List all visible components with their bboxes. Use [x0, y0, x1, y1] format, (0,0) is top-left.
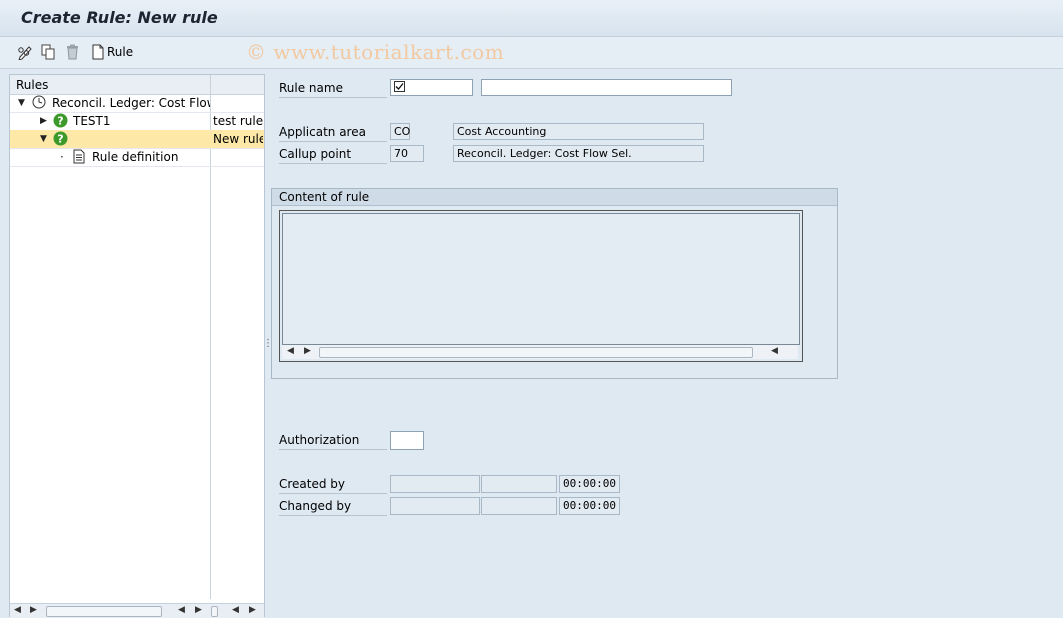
tree-node-new-rule[interactable]: ▼ ? New rule — [10, 130, 264, 149]
svg-text:?: ? — [57, 115, 63, 128]
svg-text:?: ? — [57, 133, 63, 146]
expand-triangle-icon[interactable]: ▼ — [18, 98, 25, 108]
document-icon — [92, 44, 104, 60]
rule-name-input[interactable] — [390, 79, 473, 96]
changed-by-user — [390, 497, 480, 515]
content-of-rule-header: Content of rule — [272, 189, 837, 206]
window-title: Create Rule: New rule — [21, 8, 218, 27]
authorization-input[interactable] — [390, 431, 424, 450]
tree-node-label: Reconcil. Ledger: Cost Flow S — [52, 96, 210, 110]
tree-node-label: Rule definition — [92, 150, 179, 164]
create-rule-button[interactable]: Rule — [92, 43, 133, 61]
scrollbar-thumb[interactable] — [46, 606, 162, 617]
document-icon — [73, 149, 85, 167]
created-by-user — [390, 475, 480, 493]
scroll-right-icon[interactable]: ▶ — [195, 605, 202, 615]
expand-triangle-icon[interactable]: ▼ — [40, 134, 47, 144]
scroll-left-icon[interactable]: ◀ — [771, 346, 778, 356]
watermark: © www.tutorialkart.com — [246, 40, 505, 64]
display-change-button[interactable] — [17, 43, 34, 61]
column-divider[interactable] — [210, 75, 211, 94]
collapsed-triangle-icon[interactable]: ▶ — [40, 116, 47, 126]
scroll-right-icon[interactable]: ▶ — [249, 605, 256, 615]
rule-description-input[interactable] — [481, 79, 732, 96]
editor-horizontal-scrollbar[interactable]: ◀ ▶ ◀ — [282, 345, 798, 359]
changed-by-label: Changed by — [279, 498, 387, 516]
tree-node-test1[interactable]: ▶ ? TEST1 test rule — [10, 112, 264, 131]
changed-by-date — [481, 497, 557, 515]
created-by-time: 00:00:00 — [559, 475, 620, 493]
scroll-right-icon[interactable]: ▶ — [30, 605, 37, 615]
copy-icon — [41, 44, 56, 60]
tree-column-separator — [210, 94, 211, 599]
scrollbar-thumb[interactable] — [211, 606, 218, 617]
pencil-glasses-icon — [17, 44, 34, 60]
question-icon: ? — [53, 131, 68, 149]
scroll-left-icon[interactable]: ◀ — [287, 346, 294, 356]
created-by-date — [481, 475, 557, 493]
content-of-rule-group: Content of rule ◀ ▶ ◀ — [271, 188, 838, 379]
content-of-rule-title: Content of rule — [279, 190, 370, 204]
callup-point-text: Reconcil. Ledger: Cost Flow Sel. — [453, 145, 704, 162]
application-area-label: Applicatn area — [279, 124, 387, 142]
application-area-code[interactable]: CO — [390, 123, 410, 140]
copy-button[interactable] — [41, 43, 56, 61]
tree-node-rule-definition[interactable]: · Rule definition — [10, 148, 264, 167]
checkbox-icon — [394, 81, 405, 94]
trash-icon — [66, 44, 79, 60]
tree-node-description: test rule — [213, 114, 263, 128]
create-rule-label: Rule — [107, 45, 134, 59]
authorization-label: Authorization — [279, 432, 387, 450]
delete-button[interactable] — [66, 43, 79, 61]
scrollbar-thumb[interactable] — [319, 347, 753, 358]
scroll-left-icon[interactable]: ◀ — [178, 605, 185, 615]
tree-header: Rules — [10, 75, 264, 95]
changed-by-time: 00:00:00 — [559, 497, 620, 515]
scroll-left-icon[interactable]: ◀ — [14, 605, 21, 615]
scroll-right-icon[interactable]: ▶ — [304, 346, 311, 356]
tree-node-callup-point[interactable]: ▼ Reconcil. Ledger: Cost Flow S — [10, 94, 264, 113]
clock-icon — [32, 95, 46, 112]
title-bar: Create Rule: New rule — [0, 0, 1063, 37]
callup-point-label: Callup point — [279, 146, 387, 164]
application-area-text: Cost Accounting — [453, 123, 704, 140]
tree-node-description: New rule — [213, 132, 263, 146]
tree-node-label: TEST1 — [73, 114, 111, 128]
rule-content-editor[interactable]: ◀ ▶ ◀ — [279, 210, 803, 362]
scroll-left-icon[interactable]: ◀ — [232, 605, 239, 615]
application-toolbar: Rule — [0, 37, 1063, 69]
callup-point-code[interactable]: 70 — [390, 145, 424, 162]
rule-name-label: Rule name — [279, 80, 387, 98]
created-by-label: Created by — [279, 476, 387, 494]
question-icon: ? — [53, 113, 68, 131]
tree-column-header: Rules — [16, 78, 49, 92]
bullet-icon: · — [60, 150, 64, 164]
rules-tree: Rules ▼ Reconcil. Ledger: Cost Flow S ▶ … — [9, 74, 265, 618]
rule-content-area[interactable] — [282, 213, 800, 345]
